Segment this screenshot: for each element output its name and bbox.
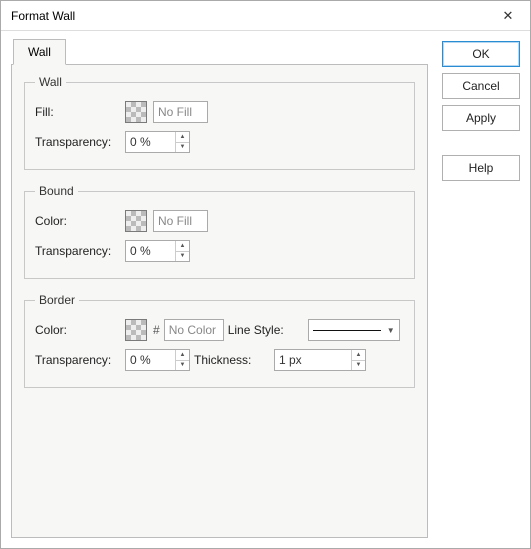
spinner-buttons: ▲ ▼ (351, 350, 365, 370)
spinner-border-transparency[interactable]: 0 % ▲ ▼ (125, 349, 190, 371)
apply-label: Apply (466, 111, 496, 125)
spinner-bound-transparency[interactable]: 0 % ▲ ▼ (125, 240, 190, 262)
linestyle-preview (313, 330, 381, 331)
cancel-button[interactable]: Cancel (442, 73, 520, 99)
dialog-window: Format Wall ✕ Wall Wall Fill: No Fill (0, 0, 531, 549)
apply-button[interactable]: Apply (442, 105, 520, 131)
spinner-buttons: ▲ ▼ (175, 241, 189, 261)
client-area: Wall Wall Fill: No Fill Transparency: (1, 31, 530, 548)
cancel-label: Cancel (462, 79, 499, 93)
close-button[interactable]: ✕ (488, 2, 528, 30)
spinner-buttons: ▲ ▼ (175, 132, 189, 152)
row-border-color: Color: # No Color Line Style: ▼ (35, 317, 404, 343)
group-wall: Wall Fill: No Fill Transparency: 0 % (24, 75, 415, 170)
value-wall-transparency: 0 % (126, 132, 175, 152)
group-border: Border Color: # No Color Line Style: ▼ (24, 293, 415, 388)
label-border-linestyle: Line Style: (228, 323, 308, 337)
spinner-up-icon[interactable]: ▲ (352, 350, 365, 361)
value-border-thickness: 1 px (275, 350, 351, 370)
swatch-bound-color[interactable] (125, 210, 147, 232)
row-border-transparency: Transparency: 0 % ▲ ▼ Thickness: 1 px (35, 347, 404, 373)
label-border-thickness: Thickness: (194, 353, 274, 367)
chevron-down-icon: ▼ (387, 326, 395, 335)
label-bound-transparency: Transparency: (35, 244, 125, 258)
hash-symbol: # (153, 323, 160, 337)
button-gap (442, 137, 520, 149)
group-border-legend: Border (35, 293, 79, 307)
ok-label: OK (472, 47, 489, 61)
spinner-buttons: ▲ ▼ (175, 350, 189, 370)
tab-label: Wall (28, 45, 51, 59)
window-title: Format Wall (11, 9, 75, 23)
label-border-color: Color: (35, 323, 125, 337)
row-wall-transparency: Transparency: 0 % ▲ ▼ (35, 129, 404, 155)
button-column: OK Cancel Apply Help (442, 39, 520, 538)
spinner-up-icon[interactable]: ▲ (176, 350, 189, 361)
input-border-color[interactable]: No Color (164, 319, 224, 341)
row-bound-color: Color: No Fill (35, 208, 404, 234)
spinner-down-icon[interactable]: ▼ (352, 361, 365, 371)
ok-button[interactable]: OK (442, 41, 520, 67)
dropdown-border-linestyle[interactable]: ▼ (308, 319, 400, 341)
swatch-border-color[interactable] (125, 319, 147, 341)
spinner-down-icon[interactable]: ▼ (176, 252, 189, 262)
value-border-transparency: 0 % (126, 350, 175, 370)
value-border-color: No Color (169, 323, 216, 337)
help-button[interactable]: Help (442, 155, 520, 181)
left-pane: Wall Wall Fill: No Fill Transparency: (11, 39, 428, 538)
tab-wall[interactable]: Wall (13, 39, 66, 65)
spinner-down-icon[interactable]: ▼ (176, 143, 189, 153)
group-bound: Bound Color: No Fill Transparency: 0 % (24, 184, 415, 279)
tab-panel: Wall Fill: No Fill Transparency: 0 % (11, 64, 428, 538)
spinner-border-thickness[interactable]: 1 px ▲ ▼ (274, 349, 366, 371)
close-icon: ✕ (503, 8, 514, 24)
input-wall-fill[interactable]: No Fill (153, 101, 208, 123)
group-wall-legend: Wall (35, 75, 66, 89)
spinner-wall-transparency[interactable]: 0 % ▲ ▼ (125, 131, 190, 153)
input-bound-color[interactable]: No Fill (153, 210, 208, 232)
label-wall-fill: Fill: (35, 105, 125, 119)
value-bound-transparency: 0 % (126, 241, 175, 261)
value-bound-color: No Fill (158, 214, 192, 228)
spinner-up-icon[interactable]: ▲ (176, 241, 189, 252)
label-wall-transparency: Transparency: (35, 135, 125, 149)
row-bound-transparency: Transparency: 0 % ▲ ▼ (35, 238, 404, 264)
help-label: Help (469, 161, 494, 175)
spinner-down-icon[interactable]: ▼ (176, 361, 189, 371)
label-bound-color: Color: (35, 214, 125, 228)
row-wall-fill: Fill: No Fill (35, 99, 404, 125)
spinner-up-icon[interactable]: ▲ (176, 132, 189, 143)
label-border-transparency: Transparency: (35, 353, 125, 367)
value-wall-fill: No Fill (158, 105, 192, 119)
group-bound-legend: Bound (35, 184, 78, 198)
swatch-wall-fill[interactable] (125, 101, 147, 123)
tab-bar: Wall (11, 39, 428, 65)
titlebar: Format Wall ✕ (1, 1, 530, 31)
